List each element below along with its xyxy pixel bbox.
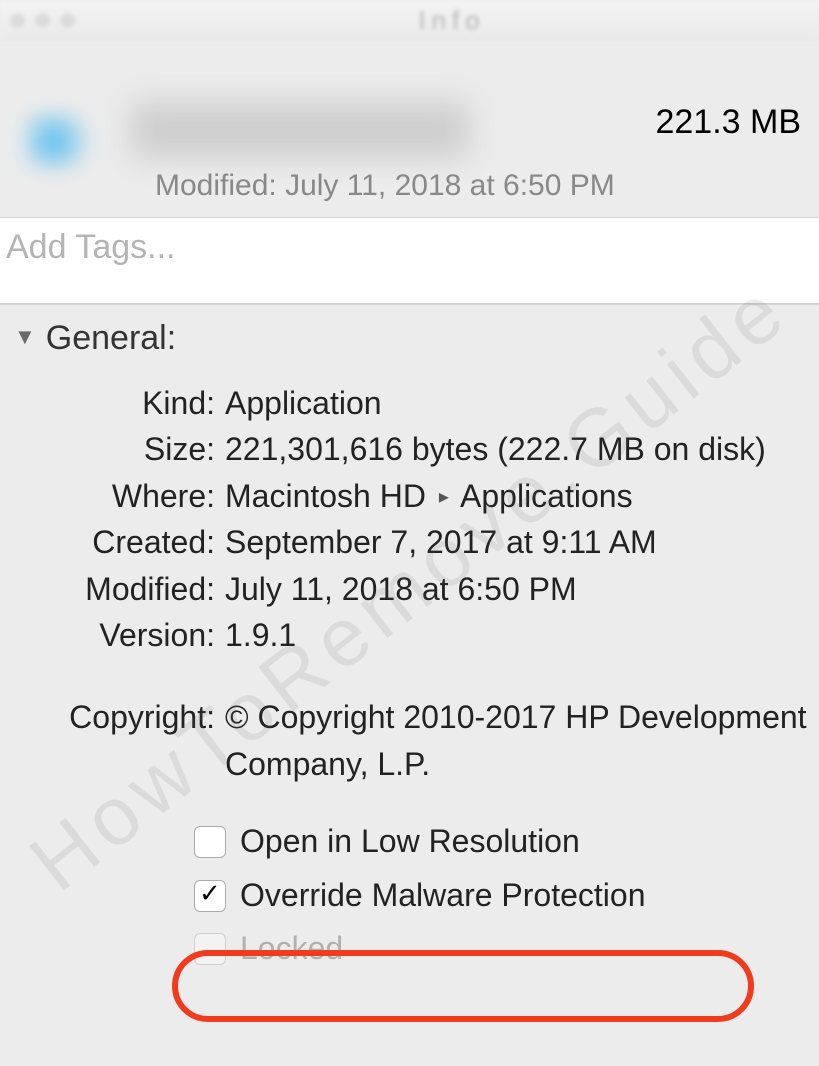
where-value: Macintosh HD ▸ Applications: [221, 473, 809, 519]
file-header: 221.3 MB Modified: July 11, 2018 at 6:50…: [0, 41, 819, 211]
tags-input[interactable]: [4, 226, 815, 295]
tags-container: [0, 217, 819, 304]
checkbox-low-res-label: Open in Low Resolution: [240, 821, 580, 863]
header-modified-value: July 11, 2018 at 6:50 PM: [285, 169, 615, 202]
general-disclosure-row[interactable]: ▼ General:: [10, 319, 809, 358]
header-modified-label: Modified:: [155, 169, 277, 202]
window-title: Info: [95, 5, 809, 36]
where-label: Where:: [10, 473, 221, 519]
file-icon: [22, 111, 102, 171]
created-label: Created:: [10, 519, 221, 565]
checkbox-override-malware-label: Override Malware Protection: [240, 875, 645, 917]
minimize-icon[interactable]: [35, 13, 50, 28]
where-part-1: Macintosh HD: [225, 478, 426, 514]
version-label: Version:: [10, 612, 221, 658]
path-separator-icon: ▸: [439, 483, 449, 512]
window-titlebar: Info: [0, 0, 819, 41]
checkbox-row-low-res[interactable]: Open in Low Resolution: [190, 815, 809, 869]
row-copyright: Copyright: © Copyright 2010-2017 HP Deve…: [10, 694, 809, 787]
modified-label: Modified:: [10, 566, 221, 612]
copyright-label: Copyright:: [10, 694, 221, 740]
row-kind: Kind: Application: [10, 380, 809, 426]
size-value: 221,301,616 bytes (222.7 MB on disk): [221, 426, 809, 472]
row-created: Created: September 7, 2017 at 9:11 AM: [10, 519, 809, 565]
general-heading: General:: [46, 319, 176, 358]
checkbox-override-malware[interactable]: [194, 880, 226, 912]
row-version: Version: 1.9.1: [10, 612, 809, 658]
row-size: Size: 221,301,616 bytes (222.7 MB on dis…: [10, 426, 809, 472]
copyright-value: © Copyright 2010-2017 HP Development Com…: [221, 694, 809, 787]
traffic-lights: [10, 13, 75, 28]
checkbox-low-res[interactable]: [194, 826, 226, 858]
disclosure-triangle-icon: ▼: [14, 324, 36, 350]
checkbox-locked[interactable]: [194, 933, 226, 965]
checkbox-row-locked[interactable]: Locked: [190, 922, 809, 976]
general-section: ▼ General: Kind: Application Size: 221,3…: [0, 305, 819, 976]
checkbox-locked-label: Locked: [240, 928, 343, 970]
version-value: 1.9.1: [221, 612, 809, 658]
where-part-2: Applications: [460, 478, 633, 514]
header-modified: Modified: July 11, 2018 at 6:50 PM: [155, 169, 615, 203]
row-modified: Modified: July 11, 2018 at 6:50 PM: [10, 566, 809, 612]
spacer: [10, 658, 809, 694]
row-where: Where: Macintosh HD ▸ Applications: [10, 473, 809, 519]
kind-label: Kind:: [10, 380, 221, 426]
checkbox-row-override-malware[interactable]: Override Malware Protection: [190, 869, 809, 923]
size-label: Size:: [10, 426, 221, 472]
file-size: 221.3 MB: [655, 103, 801, 142]
modified-value: July 11, 2018 at 6:50 PM: [221, 566, 809, 612]
zoom-icon[interactable]: [60, 13, 75, 28]
close-icon[interactable]: [10, 13, 25, 28]
file-name-redacted: [130, 101, 470, 159]
kind-value: Application: [221, 380, 809, 426]
created-value: September 7, 2017 at 9:11 AM: [221, 519, 809, 565]
